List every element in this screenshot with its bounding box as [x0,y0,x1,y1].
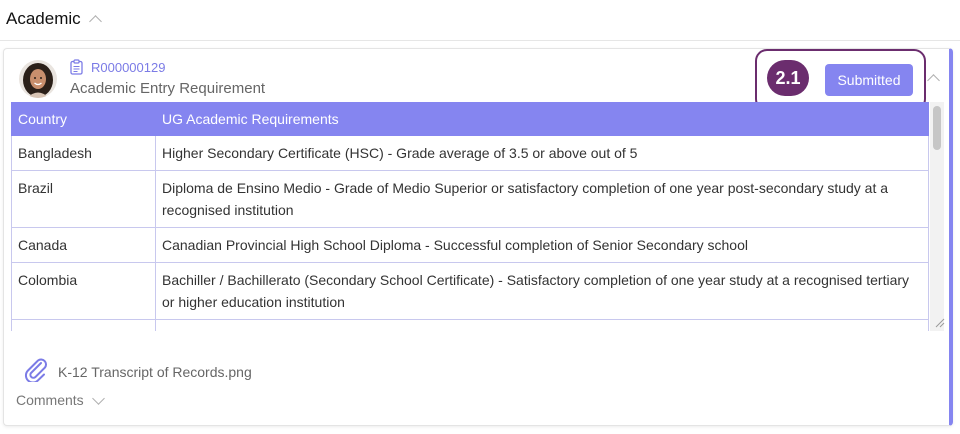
chevron-up-icon[interactable] [88,15,102,28]
requirement-title: Academic Entry Requirement [70,80,266,97]
requirement-cell: Senior Secondary School Certificate/West… [155,319,929,331]
step-badge: 2.1 [767,60,809,96]
country-cell: Colombia [11,262,156,320]
scrollbar-thumb[interactable] [933,106,941,150]
requirement-id[interactable]: R000000129 [91,60,165,75]
attachment-link[interactable]: K-12 Transcript of Records.png [22,356,252,387]
requirements-table: Country UG Academic Requirements Banglad… [11,102,929,331]
column-header-country: Country [11,102,156,136]
table-row: Colombia Bachiller / Bachillerato (Secon… [11,262,929,320]
requirement-card: R000000129 Academic Entry Requirement 2.… [3,48,953,426]
requirement-cell: Bachiller / Bachillerato (Secondary Scho… [155,262,929,320]
submitted-status-button[interactable]: Submitted [825,64,913,96]
academic-section-header[interactable]: Academic [6,8,102,30]
table-header-row: Country UG Academic Requirements [11,102,929,136]
table-scrollbar[interactable] [930,102,944,331]
requirement-id-row[interactable]: R000000129 [70,58,165,76]
table-row: Canada Canadian Provincial High School D… [11,227,929,263]
clipboard-icon [70,59,83,75]
country-cell: Canada [11,227,156,263]
section-title: Academic [6,9,81,28]
table-row: Bangladesh Higher Secondary Certificate … [11,135,929,171]
country-cell: Ghana [11,319,156,331]
resize-handle-icon[interactable] [933,315,945,328]
attachment-name[interactable]: K-12 Transcript of Records.png [58,364,252,380]
requirement-cell: Higher Secondary Certificate (HSC) - Gra… [155,135,929,171]
chevron-down-icon[interactable] [91,391,105,405]
collapse-chevron-icon[interactable] [927,74,940,87]
comments-toggle[interactable]: Comments [16,391,105,408]
avatar [19,60,57,98]
paperclip-icon [22,356,48,387]
table-row: Brazil Diploma de Ensino Medio - Grade o… [11,170,929,228]
requirement-cell: Canadian Provincial High School Diploma … [155,227,929,263]
country-cell: Brazil [11,170,156,228]
table-row: Ghana Senior Secondary School Certificat… [11,319,929,331]
country-cell: Bangladesh [11,135,156,171]
comments-label: Comments [16,392,84,408]
requirements-table-container: Country UG Academic Requirements Banglad… [11,102,929,331]
column-header-requirements: UG Academic Requirements [155,102,929,136]
requirement-cell: Diploma de Ensino Medio - Grade of Medio… [155,170,929,228]
section-divider [0,40,960,41]
